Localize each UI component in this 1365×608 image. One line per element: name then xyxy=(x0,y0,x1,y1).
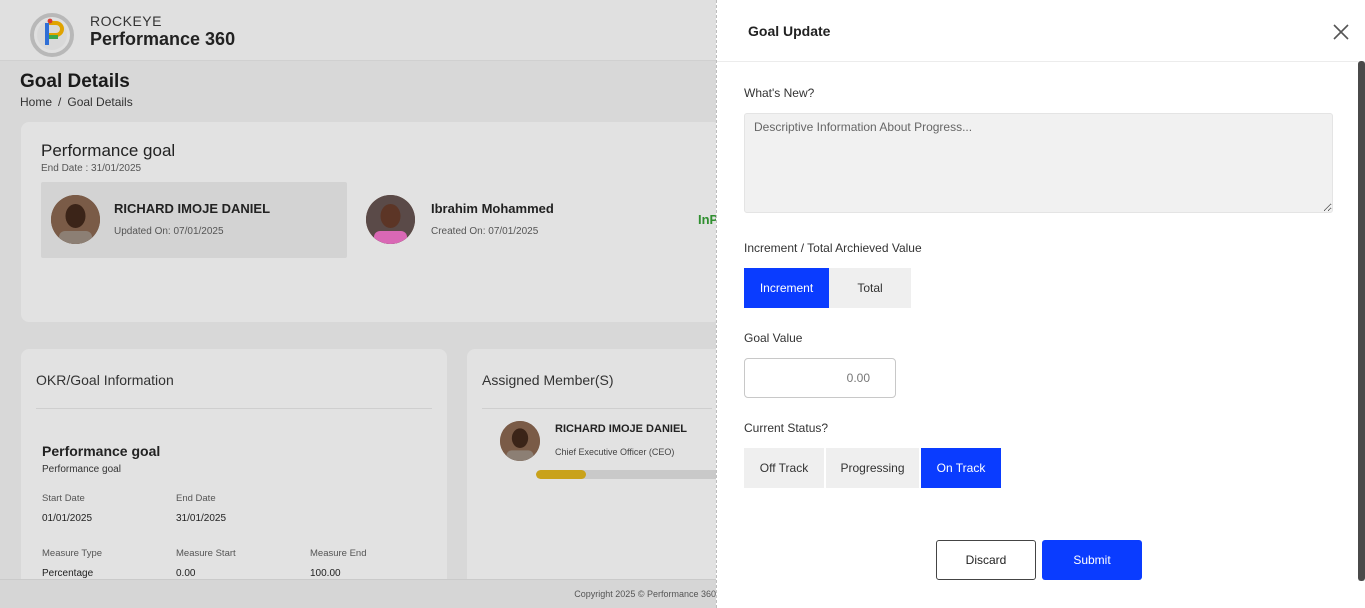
increment-option-button[interactable]: Increment xyxy=(744,268,829,308)
breadcrumb: Home / Goal Details xyxy=(20,95,133,109)
okr-subtitle: Performance goal xyxy=(42,464,121,475)
start-date-value: 01/01/2025 xyxy=(42,513,93,524)
on-track-button[interactable]: On Track xyxy=(921,448,1001,488)
okr-card-heading: OKR/Goal Information xyxy=(36,372,174,388)
member-progress-bar xyxy=(536,470,736,479)
person-avatar-icon xyxy=(500,421,540,461)
status-toggle: Off Track Progressing On Track xyxy=(744,448,1001,488)
drawer-title: Goal Update xyxy=(748,23,831,39)
avatar xyxy=(51,195,100,244)
increment-toggle: Increment Total xyxy=(744,268,911,308)
measure-start-label: Measure Start xyxy=(176,548,236,559)
goal-name: Performance goal xyxy=(41,141,176,160)
end-date-label: End Date xyxy=(176,493,216,504)
increment-label: Increment / Total Archieved Value xyxy=(744,241,922,255)
measure-end-label: Measure End xyxy=(310,548,367,559)
person-avatar-icon xyxy=(51,195,100,244)
person-date: Created On: 07/01/2025 xyxy=(431,226,539,237)
whats-new-label: What's New? xyxy=(744,86,815,100)
person-name: RICHARD IMOJE DANIEL xyxy=(114,201,271,216)
breadcrumb-home[interactable]: Home xyxy=(20,95,52,109)
goal-summary-card: Performance goal End Date : 31/01/2025 R… xyxy=(21,122,721,322)
divider xyxy=(717,61,1365,62)
end-date-value: 31/01/2025 xyxy=(176,513,227,524)
app-logo-icon[interactable] xyxy=(28,11,76,59)
divider xyxy=(482,408,712,409)
goal-update-drawer: Goal Update What's New? Increment / Tota… xyxy=(716,0,1365,608)
member-progress-fill xyxy=(536,470,586,479)
brand-app-name: Performance 360 xyxy=(90,29,236,49)
okr-info-card: OKR/Goal Information Performance goal Pe… xyxy=(21,349,447,589)
scrollbar-thumb[interactable] xyxy=(1358,61,1365,581)
avatar xyxy=(366,195,415,244)
current-status-label: Current Status? xyxy=(744,421,829,435)
discard-button[interactable]: Discard xyxy=(936,540,1036,580)
avatar xyxy=(500,421,540,461)
measure-end-value: 100.00 xyxy=(310,568,341,579)
person-name: Ibrahim Mohammed xyxy=(431,201,554,216)
total-option-button[interactable]: Total xyxy=(829,268,911,308)
submit-button[interactable]: Submit xyxy=(1042,540,1142,580)
copyright-text: Copyright 2025 © Performance 360 xyxy=(574,589,716,599)
close-icon[interactable] xyxy=(1331,22,1351,42)
assigned-card-heading: Assigned Member(S) xyxy=(482,372,614,388)
progressing-button[interactable]: Progressing xyxy=(826,448,919,488)
off-track-button[interactable]: Off Track xyxy=(744,448,824,488)
start-date-label: Start Date xyxy=(42,493,85,504)
goal-end-date: End Date : 31/01/2025 xyxy=(41,163,142,174)
goal-value-label: Goal Value xyxy=(744,331,803,345)
goal-value-input[interactable] xyxy=(744,358,896,398)
person-date: Updated On: 07/01/2025 xyxy=(114,226,224,237)
brand-company: ROCKEYE xyxy=(90,13,162,29)
breadcrumb-separator: / xyxy=(58,95,62,109)
measure-type-label: Measure Type xyxy=(42,548,103,559)
whats-new-textarea[interactable] xyxy=(744,113,1333,213)
divider xyxy=(36,408,432,409)
okr-title: Performance goal xyxy=(42,443,161,459)
created-by-person: Ibrahim Mohammed Created On: 07/01/2025 xyxy=(361,182,661,258)
drawer-scrollbar[interactable] xyxy=(1358,61,1365,581)
breadcrumb-current: Goal Details xyxy=(67,95,133,109)
member-role: Chief Executive Officer (CEO) xyxy=(555,447,675,457)
updated-by-person: RICHARD IMOJE DANIEL Updated On: 07/01/2… xyxy=(41,182,347,258)
measure-start-value: 0.00 xyxy=(176,568,196,579)
page-title: Goal Details xyxy=(20,71,130,92)
person-avatar-icon xyxy=(366,195,415,244)
measure-type-value: Percentage xyxy=(42,568,94,579)
footer: Copyright 2025 © Performance 360 xyxy=(0,579,716,608)
member-name: RICHARD IMOJE DANIEL xyxy=(555,423,688,435)
assigned-members-card: Assigned Member(S) RICHARD IMOJE DANIEL … xyxy=(467,349,736,589)
